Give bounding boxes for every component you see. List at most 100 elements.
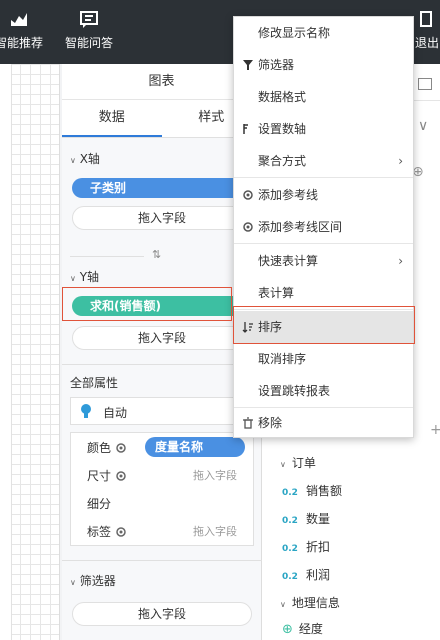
filter-title: 筛选器 bbox=[79, 574, 116, 588]
chart-type-select[interactable]: 自动 bbox=[70, 397, 254, 425]
x-axis-field-pill[interactable]: 子类别 bbox=[72, 178, 250, 198]
prop-color-row: 颜色 bbox=[87, 439, 127, 456]
tree-field-label: 销售额 bbox=[305, 484, 342, 498]
prop-color-label: 颜色 bbox=[87, 441, 112, 455]
y-axis-title: Y轴 bbox=[79, 270, 100, 284]
menu-item-label: 移除 bbox=[258, 416, 283, 430]
menu-item-label: 聚合方式 bbox=[258, 154, 307, 168]
chart-config-panel: 图表 数据 样式 ∨ X轴 子类别 拖入字段 ⇅ ∨ Y轴 求和(销售额) 拖入… bbox=[62, 64, 262, 640]
menu-item-remove[interactable]: 移除 bbox=[234, 407, 413, 439]
chart-icon bbox=[11, 13, 27, 26]
chat-icon bbox=[80, 11, 98, 28]
menu-item-label: 快速表计算 bbox=[258, 254, 319, 268]
menu-item-set-axis[interactable]: 设置数轴 bbox=[234, 113, 413, 145]
gear-icon[interactable] bbox=[115, 526, 127, 538]
color-field-pill[interactable]: 度量名称 bbox=[145, 437, 245, 457]
table-icon[interactable] bbox=[418, 78, 432, 90]
tree-field-label: 经度 bbox=[298, 622, 323, 636]
smart-recommend-button[interactable]: 智能推荐 bbox=[0, 10, 44, 51]
tree-field-discount[interactable]: 0.2 折扣 bbox=[282, 538, 330, 555]
divider bbox=[70, 256, 144, 257]
menu-item-label: 添加参考线区间 bbox=[258, 220, 343, 234]
measure-icon: 0.2 bbox=[282, 544, 298, 554]
tree-field-quantity[interactable]: 0.2 数量 bbox=[282, 510, 330, 527]
prop-size-row: 尺寸 bbox=[87, 467, 127, 484]
tree-field-sales[interactable]: 0.2 销售额 bbox=[282, 482, 342, 499]
menu-item-label: 数据格式 bbox=[258, 90, 307, 104]
tree-group-label: 订单 bbox=[291, 456, 316, 470]
lightbulb-icon bbox=[81, 404, 91, 418]
trash-icon bbox=[243, 417, 253, 429]
smart-recommend-label: 智能推荐 bbox=[0, 36, 43, 50]
prop-size-label: 尺寸 bbox=[87, 469, 112, 483]
filter-drop-zone[interactable]: 拖入字段 bbox=[72, 602, 252, 626]
menu-item-label: 表计算 bbox=[258, 286, 295, 300]
marks-box: 颜色 度量名称 尺寸 拖入字段 细分 标签 拖入字段 bbox=[70, 432, 254, 546]
menu-item-aggregation[interactable]: 聚合方式 › bbox=[234, 145, 413, 177]
chart-type-value: 自动 bbox=[103, 406, 128, 420]
smart-qa-button[interactable]: 智能问答 bbox=[62, 10, 116, 51]
menu-item-label: 取消排序 bbox=[258, 352, 307, 366]
menu-item-label: 修改显示名称 bbox=[258, 26, 331, 40]
tree-group-geo[interactable]: ∨ 地理信息 bbox=[280, 594, 340, 611]
collapse-icon[interactable]: ∨ bbox=[70, 274, 76, 283]
add-icon[interactable]: + bbox=[430, 422, 440, 438]
menu-item-label: 添加参考线 bbox=[258, 188, 319, 202]
tab-data[interactable]: 数据 bbox=[62, 100, 162, 137]
context-menu: 修改显示名称 筛选器 数据格式 设置数轴 聚合方式 › 添加参考线 添加参考线区… bbox=[233, 16, 414, 438]
menu-item-add-ref-band[interactable]: 添加参考线区间 bbox=[234, 211, 413, 243]
chevron-down-icon[interactable]: ∨ bbox=[418, 118, 436, 136]
label-drop-zone[interactable]: 拖入字段 bbox=[193, 523, 237, 539]
prop-detail-row: 细分 bbox=[87, 495, 111, 512]
exit-label: 退出 bbox=[414, 36, 439, 50]
prop-label-row: 标签 bbox=[87, 523, 127, 540]
measure-icon: 0.2 bbox=[282, 516, 298, 526]
axis-icon bbox=[243, 124, 248, 134]
menu-item-set-jump-report[interactable]: 设置跳转报表 bbox=[234, 375, 413, 407]
divider bbox=[62, 560, 262, 561]
exit-button[interactable]: 退出 bbox=[412, 10, 440, 51]
collapse-icon: ∨ bbox=[280, 600, 286, 609]
menu-item-cancel-sort[interactable]: 取消排序 bbox=[234, 343, 413, 375]
globe-icon: ⊕ bbox=[282, 622, 293, 637]
x-axis-section: ∨ X轴 bbox=[70, 150, 100, 167]
gear-icon[interactable] bbox=[115, 442, 127, 454]
tree-field-longitude[interactable]: ⊕ 经度 bbox=[282, 620, 323, 637]
side-strip bbox=[0, 64, 12, 640]
menu-item-data-format[interactable]: 数据格式 bbox=[234, 81, 413, 113]
prop-label-label: 标签 bbox=[87, 525, 112, 539]
swap-icon[interactable]: ⇅ bbox=[152, 248, 161, 261]
chevron-right-icon: › bbox=[398, 254, 403, 268]
menu-item-table-calc[interactable]: 表计算 bbox=[234, 277, 413, 309]
filter-icon bbox=[243, 60, 253, 70]
menu-item-rename[interactable]: 修改显示名称 bbox=[234, 17, 413, 49]
gear-icon[interactable] bbox=[115, 470, 127, 482]
collapse-icon[interactable]: ∨ bbox=[70, 578, 76, 587]
menu-item-add-ref-line[interactable]: 添加参考线 bbox=[234, 179, 413, 211]
panel-title: 图表 bbox=[62, 64, 261, 100]
y-axis-section: ∨ Y轴 bbox=[70, 268, 99, 285]
x-axis-drop-zone[interactable]: 拖入字段 bbox=[72, 206, 252, 230]
y-axis-drop-zone[interactable]: 拖入字段 bbox=[72, 326, 252, 350]
tree-field-label: 利润 bbox=[305, 568, 330, 582]
tree-field-profit[interactable]: 0.2 利润 bbox=[282, 566, 330, 583]
menu-item-label: 设置数轴 bbox=[258, 122, 307, 136]
highlight-y-field bbox=[62, 287, 232, 321]
collapse-icon: ∨ bbox=[280, 460, 286, 469]
divider bbox=[234, 177, 413, 178]
menu-item-label: 设置跳转报表 bbox=[258, 384, 331, 398]
divider bbox=[234, 243, 413, 244]
size-drop-zone[interactable]: 拖入字段 bbox=[193, 467, 237, 483]
menu-item-label: 筛选器 bbox=[258, 58, 295, 72]
panel-tabs: 数据 样式 bbox=[62, 100, 261, 138]
menu-item-filter[interactable]: 筛选器 bbox=[234, 49, 413, 81]
gear-icon bbox=[243, 190, 253, 200]
prop-detail-label: 细分 bbox=[87, 497, 112, 511]
tree-field-label: 数量 bbox=[305, 512, 330, 526]
tree-field-label: 折扣 bbox=[305, 540, 330, 554]
highlight-sort-item bbox=[233, 306, 415, 344]
menu-item-quick-table-calc[interactable]: 快速表计算 › bbox=[234, 245, 413, 277]
tree-group-orders[interactable]: ∨ 订单 bbox=[280, 454, 316, 471]
tree-group-label: 地理信息 bbox=[291, 596, 340, 610]
collapse-icon[interactable]: ∨ bbox=[70, 156, 76, 165]
